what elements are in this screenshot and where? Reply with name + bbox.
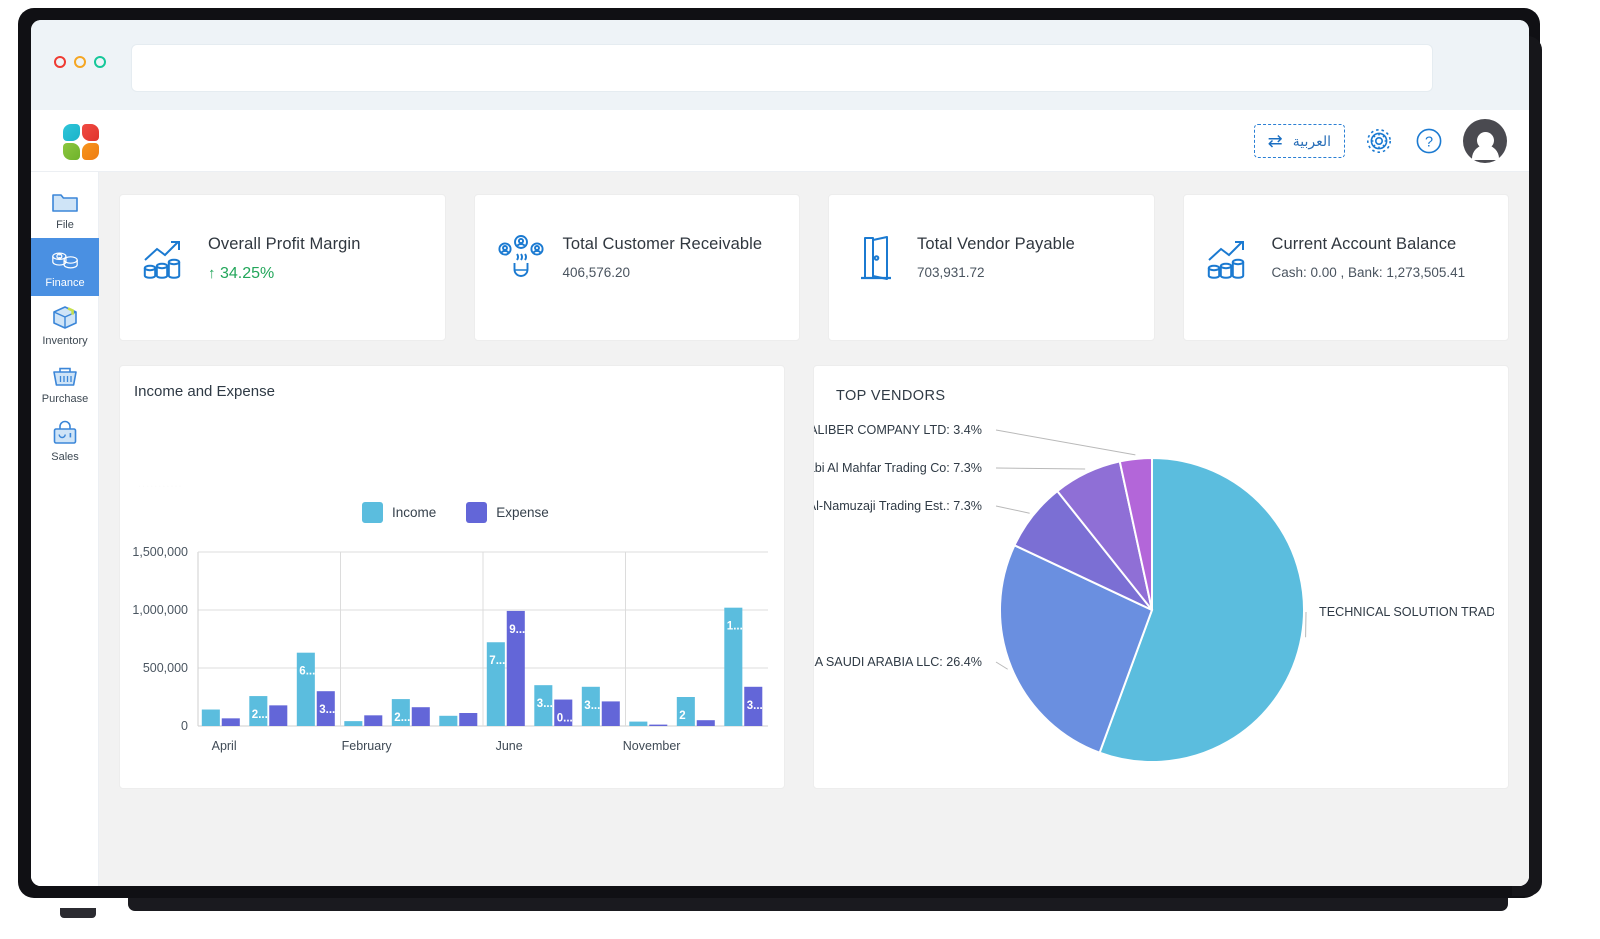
- income-expense-chart-card: Income and Expense ........... Income Ex…: [119, 365, 785, 789]
- kpi-title: Total Vendor Payable: [917, 235, 1075, 253]
- growth-coins-icon: [1204, 232, 1256, 284]
- logo-quadrant-orange: [82, 143, 99, 160]
- shopping-bag-icon: [50, 420, 80, 448]
- kpi-card-total-customer-receivable[interactable]: Total Customer Receivable 406,576.20: [473, 194, 800, 341]
- kpi-value: ↑ 34.25%: [208, 265, 360, 283]
- sidebar-item-label: Purchase: [41, 392, 89, 405]
- svg-text:?: ?: [1425, 134, 1433, 150]
- svg-text:April: April: [212, 739, 237, 753]
- svg-text:3...: 3...: [584, 700, 600, 712]
- svg-text:9...: 9...: [509, 624, 525, 636]
- svg-text:February: February: [342, 739, 393, 753]
- device-base: [128, 898, 1508, 911]
- close-window-button[interactable]: [54, 56, 66, 68]
- svg-text:3...: 3...: [537, 698, 553, 710]
- user-avatar-icon: [1463, 119, 1507, 163]
- application-window: العربية ⇄ ? File Finance Inventory Purch…: [31, 110, 1529, 886]
- kpi-card-current-account-balance[interactable]: Current Account Balance Cash: 0.00 , Ban…: [1182, 194, 1509, 341]
- logo-quadrant-teal: [63, 124, 80, 141]
- kpi-card-overall-profit-margin[interactable]: Overall Profit Margin ↑ 34.25%: [119, 194, 446, 341]
- svg-text:0...: 0...: [557, 713, 573, 725]
- kpi-text: Total Vendor Payable 703,931.72: [917, 232, 1075, 280]
- svg-text:2...: 2...: [394, 712, 410, 724]
- kpi-card-total-vendor-payable[interactable]: Total Vendor Payable 703,931.72: [828, 194, 1155, 341]
- sidebar-item-sales[interactable]: Sales: [31, 412, 99, 470]
- swap-arrows-icon: ⇄: [1267, 131, 1283, 151]
- help-button[interactable]: ?: [1413, 125, 1445, 157]
- svg-text:CALIBER COMPANY LTD: 3.4%: CALIBER COMPANY LTD: 3.4%: [814, 423, 982, 437]
- minimize-window-button[interactable]: [74, 56, 86, 68]
- settings-button[interactable]: [1363, 125, 1395, 157]
- logo-quadrant-green: [63, 143, 80, 160]
- sidebar-nav: File Finance Inventory Purchase Sales: [31, 172, 99, 886]
- gear-icon: [1367, 129, 1391, 153]
- app-logo[interactable]: [63, 124, 99, 160]
- svg-text:1,000,000: 1,000,000: [132, 603, 188, 617]
- door-icon: [849, 232, 901, 284]
- header-actions: العربية ⇄ ?: [1253, 110, 1507, 172]
- svg-text:abi Al Mahfar Trading Co: 7.3%: abi Al Mahfar Trading Co: 7.3%: [814, 461, 982, 475]
- svg-text:2: 2: [679, 710, 685, 722]
- laptop-device-frame: العربية ⇄ ? File Finance Inventory Purch…: [0, 0, 1600, 939]
- dashboard-content: Overall Profit Margin ↑ 34.25% Total Cus…: [99, 172, 1529, 886]
- folder-icon: [50, 188, 80, 216]
- coins-icon: [50, 246, 80, 274]
- sidebar-item-label: Sales: [51, 450, 79, 463]
- kpi-title: Current Account Balance: [1271, 235, 1457, 253]
- kpi-text: Total Customer Receivable 406,576.20: [563, 232, 763, 280]
- kpi-text: Overall Profit Margin ↑ 34.25%: [208, 232, 360, 283]
- charts-row: Income and Expense ........... Income Ex…: [119, 365, 1509, 789]
- sidebar-item-purchase[interactable]: Purchase: [31, 354, 99, 412]
- svg-text:500,000: 500,000: [143, 661, 188, 675]
- logo-quadrant-red: [82, 124, 99, 141]
- svg-text:1...: 1...: [727, 621, 743, 633]
- svg-text:0: 0: [181, 719, 188, 733]
- question-mark-icon: ?: [1416, 128, 1442, 154]
- svg-text:1,500,000: 1,500,000: [132, 545, 188, 559]
- kpi-value-text: 34.25%: [219, 265, 275, 282]
- kpi-cards-row: Overall Profit Margin ↑ 34.25% Total Cus…: [119, 194, 1509, 341]
- sidebar-item-file[interactable]: File: [31, 180, 99, 238]
- kpi-title: Overall Profit Margin: [208, 235, 361, 253]
- svg-text:2...: 2...: [252, 709, 268, 721]
- customer-magnet-icon: [495, 232, 547, 284]
- kpi-value: Cash: 0.00 , Bank: 1,273,505.41: [1271, 265, 1466, 280]
- svg-text:7...: 7...: [489, 655, 505, 667]
- box-icon: [50, 304, 80, 332]
- kpi-title: Total Customer Receivable: [562, 235, 763, 253]
- trend-up-arrow-icon: ↑: [208, 265, 216, 282]
- kpi-value: 703,931.72: [917, 265, 985, 280]
- browser-chrome: [31, 20, 1529, 110]
- sidebar-item-label: File: [56, 218, 74, 231]
- app-header: العربية ⇄ ?: [31, 110, 1529, 172]
- svg-text:TECHNICAL SOLUTION TRADIN: TECHNICAL SOLUTION TRADIN: [1319, 605, 1494, 619]
- growth-coins-icon: [140, 232, 192, 284]
- kpi-text: Current Account Balance Cash: 0.00 , Ban…: [1272, 232, 1466, 280]
- svg-text:June: June: [496, 739, 523, 753]
- avatar[interactable]: [1463, 119, 1507, 163]
- svg-text:6...: 6...: [299, 666, 315, 678]
- sidebar-item-inventory[interactable]: Inventory: [31, 296, 99, 354]
- window-controls: [54, 56, 106, 68]
- device-base-lip: [60, 908, 96, 918]
- maximize-window-button[interactable]: [94, 56, 106, 68]
- sidebar-item-label: Inventory: [42, 334, 88, 347]
- kpi-value: 406,576.20: [562, 265, 631, 280]
- sidebar-item-label: Finance: [45, 276, 85, 289]
- device-screen: العربية ⇄ ? File Finance Inventory Purch…: [31, 20, 1529, 886]
- language-switcher[interactable]: العربية ⇄: [1253, 124, 1345, 158]
- language-label: العربية: [1292, 132, 1331, 149]
- top-vendors-pie-chart[interactable]: TECHNICAL SOLUTION TRADIN IKA SAUDI ARABI…: [814, 366, 1494, 789]
- income-expense-bar-chart[interactable]: 0 500,000 1,000,000 1,500,000 April February J…: [120, 366, 785, 789]
- top-vendors-chart-card: TOP VENDORS TECHNICAL SOLUTION TRADIN IKA…: [813, 365, 1509, 789]
- svg-text:Al-Namuzaji Trading Est.: 7.3%: Al-Namuzaji Trading Est.: 7.3%: [814, 499, 982, 513]
- basket-icon: [50, 362, 80, 390]
- address-bar[interactable]: [131, 44, 1433, 92]
- svg-text:3...: 3...: [319, 704, 335, 716]
- sidebar-item-finance[interactable]: Finance: [31, 238, 99, 296]
- svg-text:November: November: [623, 739, 681, 753]
- svg-text:3...: 3...: [747, 700, 763, 712]
- svg-text:IKA SAUDI ARABIA LLC: 26.4%: IKA SAUDI ARABIA LLC: 26.4%: [814, 655, 982, 669]
